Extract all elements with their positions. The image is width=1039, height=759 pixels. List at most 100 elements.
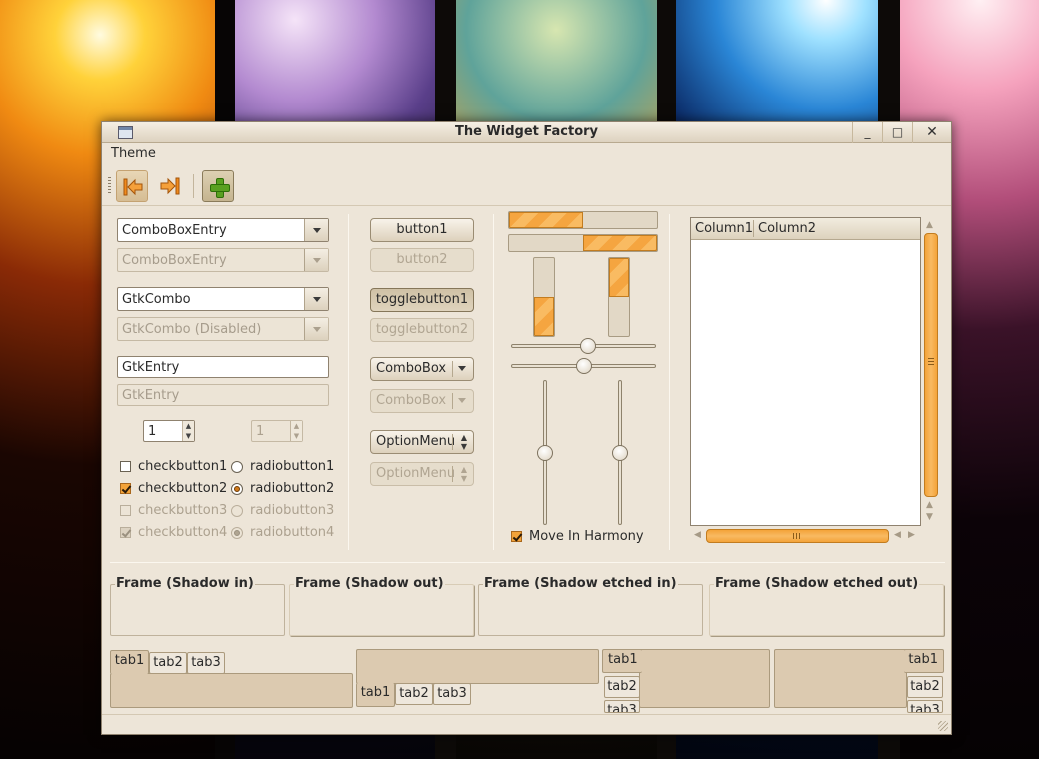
notebook-bottom-panel	[356, 649, 599, 684]
tab3-right[interactable]: tab3	[907, 700, 943, 713]
checkbutton4-label: checkbutton4	[138, 525, 228, 540]
combo-box-divider	[452, 393, 453, 409]
checkbutton3-box	[120, 505, 131, 516]
scale-knob[interactable]	[612, 444, 628, 461]
column-separator	[493, 214, 494, 550]
add-icon	[209, 177, 230, 198]
close-button[interactable]: ✕	[912, 122, 951, 143]
move-in-harmony-checkbox[interactable]	[511, 531, 522, 542]
frame-shadow-etched-in: Frame (Shadow etched in)	[478, 576, 703, 636]
notebook-top-panel	[110, 673, 353, 708]
radiobutton2-circle[interactable]	[231, 483, 243, 495]
menu-bar: Theme	[102, 144, 951, 164]
toolbar-grip-icon[interactable]	[108, 177, 111, 193]
resize-grip-icon[interactable]	[938, 721, 948, 731]
scroll-left-icon[interactable]: ◀	[894, 530, 901, 540]
radiobutton4-circle	[231, 527, 243, 539]
go-last-button[interactable]	[154, 170, 186, 202]
column-header-1[interactable]: Column1	[695, 221, 753, 236]
progress-bar-vertical-2	[608, 257, 630, 337]
option-menu-divider	[452, 466, 453, 482]
checkbutton2-label[interactable]: checkbutton2	[138, 481, 227, 496]
add-button[interactable]	[202, 170, 234, 202]
status-bar	[102, 714, 951, 734]
move-in-harmony-label[interactable]: Move In Harmony	[529, 529, 644, 544]
option-menu-divider	[452, 434, 453, 450]
progress-bar-horizontal-1	[508, 211, 658, 229]
radiobutton1-label[interactable]: radiobutton1	[250, 459, 334, 474]
tab2-bottom[interactable]: tab2	[395, 683, 433, 705]
button1[interactable]: button1	[370, 218, 474, 242]
go-last-icon	[160, 177, 180, 195]
tab3-left[interactable]: tab3	[604, 700, 640, 713]
scale-knob[interactable]	[575, 358, 592, 374]
tab3-bottom[interactable]: tab3	[433, 683, 471, 705]
checkbutton1-label[interactable]: checkbutton1	[138, 459, 227, 474]
tab1-bottom[interactable]: tab1	[356, 683, 395, 707]
gtk-entry-disabled: GtkEntry	[117, 384, 329, 406]
radiobutton2-label[interactable]: radiobutton2	[250, 481, 334, 496]
progress-fill	[609, 258, 629, 297]
chevron-down-icon[interactable]	[304, 219, 328, 241]
menu-theme[interactable]: Theme	[111, 146, 156, 161]
radiobutton3-label: radiobutton3	[250, 503, 335, 518]
scale-knob[interactable]	[579, 338, 596, 354]
notebook-left-panel	[639, 649, 770, 708]
scroll-up-icon[interactable]: ▲	[926, 220, 933, 230]
horizontal-scrollbar-thumb[interactable]	[706, 529, 889, 543]
tab2-left[interactable]: tab2	[604, 676, 640, 698]
combo-box-entry-disabled: ComboBoxEntry	[117, 248, 329, 272]
combo-box-disabled: ComboBox	[370, 389, 474, 413]
tab2-right[interactable]: tab2	[907, 676, 943, 698]
spin-value: 1	[148, 424, 157, 439]
checkbutton3-label: checkbutton3	[138, 503, 228, 518]
chevron-down-icon	[458, 398, 466, 403]
go-first-button[interactable]	[116, 170, 148, 202]
frame-label: Frame (Shadow etched in)	[483, 576, 678, 591]
combo-box-entry[interactable]: ComboBoxEntry	[117, 218, 329, 242]
scroll-down-icon[interactable]: ▼	[926, 512, 933, 522]
column-separator	[348, 214, 349, 550]
scroll-up-icon[interactable]: ▲	[926, 500, 933, 510]
gtk-entry[interactable]: GtkEntry	[117, 356, 329, 378]
gtk-combo[interactable]: GtkCombo	[117, 287, 329, 311]
gtk-entry-text: GtkEntry	[122, 388, 180, 403]
checkbutton1-box[interactable]	[120, 461, 131, 472]
frame-label: Frame (Shadow out)	[294, 576, 445, 591]
tab1-top[interactable]: tab1	[110, 650, 149, 674]
checkbutton2-box[interactable]	[120, 483, 131, 494]
tab2-top[interactable]: tab2	[149, 652, 187, 674]
frame-shadow-in: Frame (Shadow in)	[110, 576, 285, 636]
vertical-scrollbar-thumb[interactable]	[924, 233, 938, 497]
combo-box[interactable]: ComboBox	[370, 357, 474, 381]
scroll-left-icon[interactable]: ◀	[694, 530, 701, 540]
togglebutton1[interactable]: togglebutton1	[370, 288, 474, 312]
spin-button[interactable]: 1 ▲ ▼	[143, 420, 195, 442]
column-separator	[669, 214, 670, 550]
tree-view[interactable]: Column1 Column2	[690, 217, 921, 526]
tab3-top[interactable]: tab3	[187, 652, 225, 674]
toolbar	[102, 166, 951, 206]
widget-factory-window: The Widget Factory _ □ ✕ Theme ComboBoxE…	[101, 121, 952, 735]
gtk-combo-disabled: GtkCombo (Disabled)	[117, 317, 329, 341]
gtk-entry-text: GtkEntry	[122, 360, 180, 375]
chevron-down-icon	[304, 249, 328, 271]
notebook-right-panel	[774, 649, 907, 708]
tab1-left[interactable]: tab1	[602, 649, 642, 673]
scroll-right-icon[interactable]: ▶	[908, 530, 915, 540]
option-menu-label: OptionMenu	[376, 434, 456, 449]
chevron-down-icon[interactable]	[304, 288, 328, 310]
column-header-2[interactable]: Column2	[758, 221, 816, 236]
tab1-right[interactable]: tab1	[904, 649, 944, 673]
button2: button2	[370, 248, 474, 272]
radiobutton1-circle[interactable]	[231, 461, 243, 473]
option-menu[interactable]: OptionMenu ▲ ▼	[370, 430, 474, 454]
spin-arrows-icon[interactable]: ▲ ▼	[182, 421, 194, 441]
maximize-button[interactable]: □	[882, 122, 912, 143]
minimize-button[interactable]: _	[852, 122, 882, 143]
frame-label: Frame (Shadow in)	[115, 576, 255, 591]
scale-knob[interactable]	[537, 444, 553, 461]
title-bar[interactable]: The Widget Factory _ □ ✕	[102, 122, 951, 143]
progress-fill	[583, 235, 657, 251]
combo-box-label: ComboBox	[376, 361, 447, 376]
